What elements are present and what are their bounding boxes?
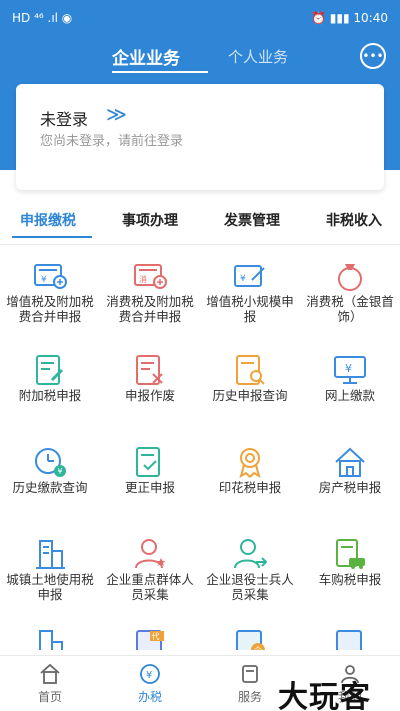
building-icon bbox=[39, 630, 63, 650]
status-bar: HD ⁴⁶ .ıl ◉ ⏰ ▮▮▮ 10:40 bbox=[0, 0, 400, 36]
service-tile[interactable]: 消费税（金银首饰） bbox=[300, 250, 400, 342]
service-tile[interactable]: ¥ 增值税小规模申报 bbox=[200, 250, 300, 342]
doc-qi-icon: 企 bbox=[236, 630, 265, 650]
nav-home[interactable]: 首页 bbox=[0, 662, 100, 705]
category-tab-invoice[interactable]: 发票管理 bbox=[224, 210, 280, 230]
status-right: ⏰ ▮▮▮ 10:40 bbox=[311, 11, 388, 25]
nav-tax-label: 办税 bbox=[137, 690, 162, 704]
service-tile[interactable]: ¥ 历史缴款查询 bbox=[0, 436, 100, 528]
tax-yen-icon: ¥ bbox=[140, 664, 160, 684]
svg-text:¥: ¥ bbox=[345, 362, 352, 375]
svg-text:代: 代 bbox=[152, 631, 160, 641]
service-label: 印花税申报 bbox=[218, 480, 282, 495]
vat-merged-icon: ¥ bbox=[34, 264, 67, 289]
service-tile[interactable]: 代 bbox=[100, 620, 200, 650]
nav-service-label: 服务 bbox=[237, 690, 262, 704]
nav-tax[interactable]: ¥ 办税 bbox=[100, 662, 200, 705]
service-tile[interactable]: 车购税申报 bbox=[300, 528, 400, 620]
category-tab-matters[interactable]: 事项办理 bbox=[122, 210, 178, 230]
void-declaration-icon bbox=[136, 355, 163, 385]
service-tile[interactable]: ¥ 网上缴款 bbox=[300, 344, 400, 436]
service-label: 车购税申报 bbox=[318, 572, 382, 587]
building-land-icon bbox=[36, 540, 65, 569]
service-tile[interactable]: 代 bbox=[300, 620, 400, 650]
chat-bubble-icon[interactable]: ••• bbox=[360, 43, 386, 69]
vat-small-scale-icon: ¥ bbox=[234, 265, 265, 287]
service-label: 增值税及附加税费合并申报 bbox=[6, 294, 94, 324]
category-tabs: 申报缴税 事项办理 发票管理 非税收入 bbox=[0, 206, 400, 246]
service-label: 申报作废 bbox=[124, 388, 175, 403]
svg-text:企: 企 bbox=[254, 645, 262, 650]
tab-personal[interactable]: 个人业务 bbox=[228, 46, 288, 67]
service-tile[interactable]: 企业重点群体人员采集 bbox=[100, 528, 200, 620]
service-label: 历史申报查询 bbox=[212, 388, 288, 403]
service-icon bbox=[242, 665, 258, 683]
service-label: 消费税及附加税费合并申报 bbox=[106, 294, 194, 324]
svg-text:¥: ¥ bbox=[58, 467, 63, 476]
person-arrow-icon bbox=[234, 539, 268, 569]
correction-icon bbox=[136, 447, 160, 477]
watermark-text: 大玩客 bbox=[278, 680, 371, 711]
person-star-icon bbox=[135, 539, 166, 569]
svg-text:¥: ¥ bbox=[146, 670, 152, 681]
service-tile[interactable]: 更正申报 bbox=[100, 436, 200, 528]
service-label: 增值税小规模申报 bbox=[206, 294, 294, 324]
top-header: 企业业务 个人业务 ••• bbox=[0, 36, 400, 80]
consumption-merged-icon: 消 bbox=[134, 264, 167, 289]
double-chevron-icon: ≫ bbox=[106, 102, 127, 126]
category-divider bbox=[0, 244, 400, 245]
doc-dai-icon: 代 bbox=[136, 630, 164, 650]
service-label: 附加税申报 bbox=[18, 388, 82, 403]
service-tile[interactable]: 企 bbox=[200, 620, 300, 650]
service-grid: ¥ 增值税及附加税费合并申报 消 消费税及附加税费合并申报 ¥ 增值税小规模申报… bbox=[0, 250, 400, 650]
service-label: 更正申报 bbox=[124, 480, 175, 495]
stamp-award-icon bbox=[239, 448, 261, 479]
doc-dai-blue-icon: 代 bbox=[336, 630, 362, 650]
nav-home-label: 首页 bbox=[37, 690, 62, 704]
svg-text:¥: ¥ bbox=[240, 274, 246, 284]
service-label: 消费税（金银首饰） bbox=[306, 294, 394, 324]
house-icon bbox=[335, 447, 365, 477]
service-label: 企业退役士兵人员采集 bbox=[206, 572, 294, 602]
category-underline bbox=[12, 236, 92, 238]
history-payment-icon: ¥ bbox=[35, 448, 66, 477]
category-tab-nontax[interactable]: 非税收入 bbox=[326, 210, 382, 230]
service-tile[interactable]: 历史申报查询 bbox=[200, 344, 300, 436]
status-left: HD ⁴⁶ .ıl ◉ bbox=[12, 11, 73, 25]
login-title: 未登录 bbox=[40, 110, 89, 129]
jewelry-ring-icon bbox=[338, 264, 362, 291]
service-label: 城镇土地使用税申报 bbox=[6, 572, 94, 602]
service-label: 历史缴款查询 bbox=[12, 480, 88, 495]
svg-text:¥: ¥ bbox=[41, 275, 47, 285]
service-label: 企业重点群体人员采集 bbox=[106, 572, 194, 602]
svg-text:消: 消 bbox=[139, 274, 147, 284]
service-tile[interactable] bbox=[0, 620, 100, 650]
service-label: 网上缴款 bbox=[324, 388, 375, 403]
service-tile[interactable]: 印花税申报 bbox=[200, 436, 300, 528]
service-tile[interactable]: 申报作废 bbox=[100, 344, 200, 436]
login-subtitle: 您尚未登录，请前往登录 bbox=[40, 134, 184, 149]
car-doc-icon bbox=[336, 539, 365, 569]
surtax-icon bbox=[36, 355, 64, 385]
online-payment-icon: ¥ bbox=[334, 356, 366, 384]
service-tile[interactable]: 企业退役士兵人员采集 bbox=[200, 528, 300, 620]
service-tile[interactable]: 房产税申报 bbox=[300, 436, 400, 528]
service-tile[interactable]: ¥ 增值税及附加税费合并申报 bbox=[0, 250, 100, 342]
service-tile[interactable]: 城镇土地使用税申报 bbox=[0, 528, 100, 620]
tab-enterprise-underline bbox=[112, 71, 208, 73]
service-tile[interactable]: 消 消费税及附加税费合并申报 bbox=[100, 250, 200, 342]
login-card[interactable]: 未登录 ≫ 您尚未登录，请前往登录 bbox=[16, 84, 384, 190]
category-tab-declare[interactable]: 申报缴税 bbox=[20, 210, 76, 230]
home-icon bbox=[40, 663, 60, 684]
service-label: 房产税申报 bbox=[318, 480, 382, 495]
history-search-icon bbox=[236, 355, 265, 385]
tab-enterprise[interactable]: 企业业务 bbox=[112, 44, 180, 69]
service-tile[interactable]: 附加税申报 bbox=[0, 344, 100, 436]
